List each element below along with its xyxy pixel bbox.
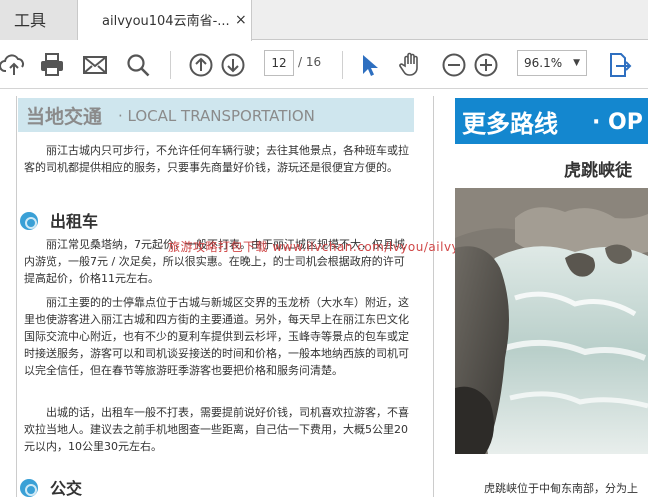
taxi-heading-label: 出租车 <box>50 212 99 231</box>
intro-paragraph: 丽江古城内只可步行，不允许任何车辆行驶；去往其他景点，各种班车或拉客的司机都提供… <box>24 144 409 174</box>
tab-document-label: ailvyou104云南省-... <box>102 14 230 29</box>
cloud-upload-icon[interactable] <box>0 51 28 79</box>
hand-icon[interactable] <box>397 51 425 79</box>
zoom-select[interactable]: 96.1% ▼ <box>517 50 587 76</box>
zoom-value: 96.1% <box>524 56 563 70</box>
taxi-heading: 出租车 <box>20 208 98 232</box>
toolbar-separator <box>170 51 171 79</box>
watermark: 旅游攻略打包下载 www.ilvchan.com/lvyou/ailvyou <box>168 240 476 254</box>
page-border <box>16 96 17 497</box>
tab-tools-label: 工具 <box>14 11 47 30</box>
section-title-cn: 当地交通 <box>26 106 103 128</box>
bullet-circle-icon <box>20 212 38 230</box>
river-gorge-photo <box>455 188 648 454</box>
fit-page-icon[interactable] <box>606 51 634 79</box>
toolbar-separator <box>342 51 343 79</box>
taxi-paragraph-2: 丽江主要的的士停靠点位于古城与新城区交界的玉龙桥（大水车）附近，这里也使游客进入… <box>24 296 409 377</box>
right-banner-title-cn: 更多路线 <box>462 110 558 138</box>
mail-icon[interactable] <box>81 51 109 79</box>
zoom-in-icon[interactable] <box>472 51 500 79</box>
right-subtitle: 虎跳峡徒 <box>564 161 632 181</box>
arrow-up-icon[interactable] <box>187 51 215 79</box>
tab-bar: 工具 ailvyou104云南省-... × <box>0 0 648 41</box>
bullet-circle-icon <box>20 479 38 497</box>
tab-document[interactable]: ailvyou104云南省-... <box>78 0 252 41</box>
page-total: / 16 <box>298 55 322 69</box>
close-icon[interactable]: × <box>235 12 247 28</box>
right-banner-title-en: · OP <box>592 110 643 135</box>
page-number-input[interactable]: 12 <box>264 50 294 76</box>
right-caption: 虎跳峡位于中甸东南部，分为上 <box>484 482 638 495</box>
arrow-down-icon[interactable] <box>219 51 247 79</box>
taxi-paragraph-3: 出城的话，出租车一般不打表，需要提前说好价钱，司机喜欢拉游客，不喜欢拉当地人。建… <box>24 406 409 453</box>
section-title-en: · LOCAL TRANSPORTATION <box>118 107 315 125</box>
bus-heading-label: 公交 <box>50 479 83 498</box>
print-icon[interactable] <box>38 51 66 79</box>
bus-heading: 公交 <box>20 475 82 499</box>
page-divider <box>433 96 434 497</box>
search-icon[interactable] <box>124 51 152 79</box>
tab-tools[interactable]: 工具 <box>0 0 78 40</box>
zoom-out-icon[interactable] <box>440 51 468 79</box>
select-arrow-icon[interactable] <box>354 51 382 79</box>
chevron-down-icon: ▼ <box>573 58 580 68</box>
